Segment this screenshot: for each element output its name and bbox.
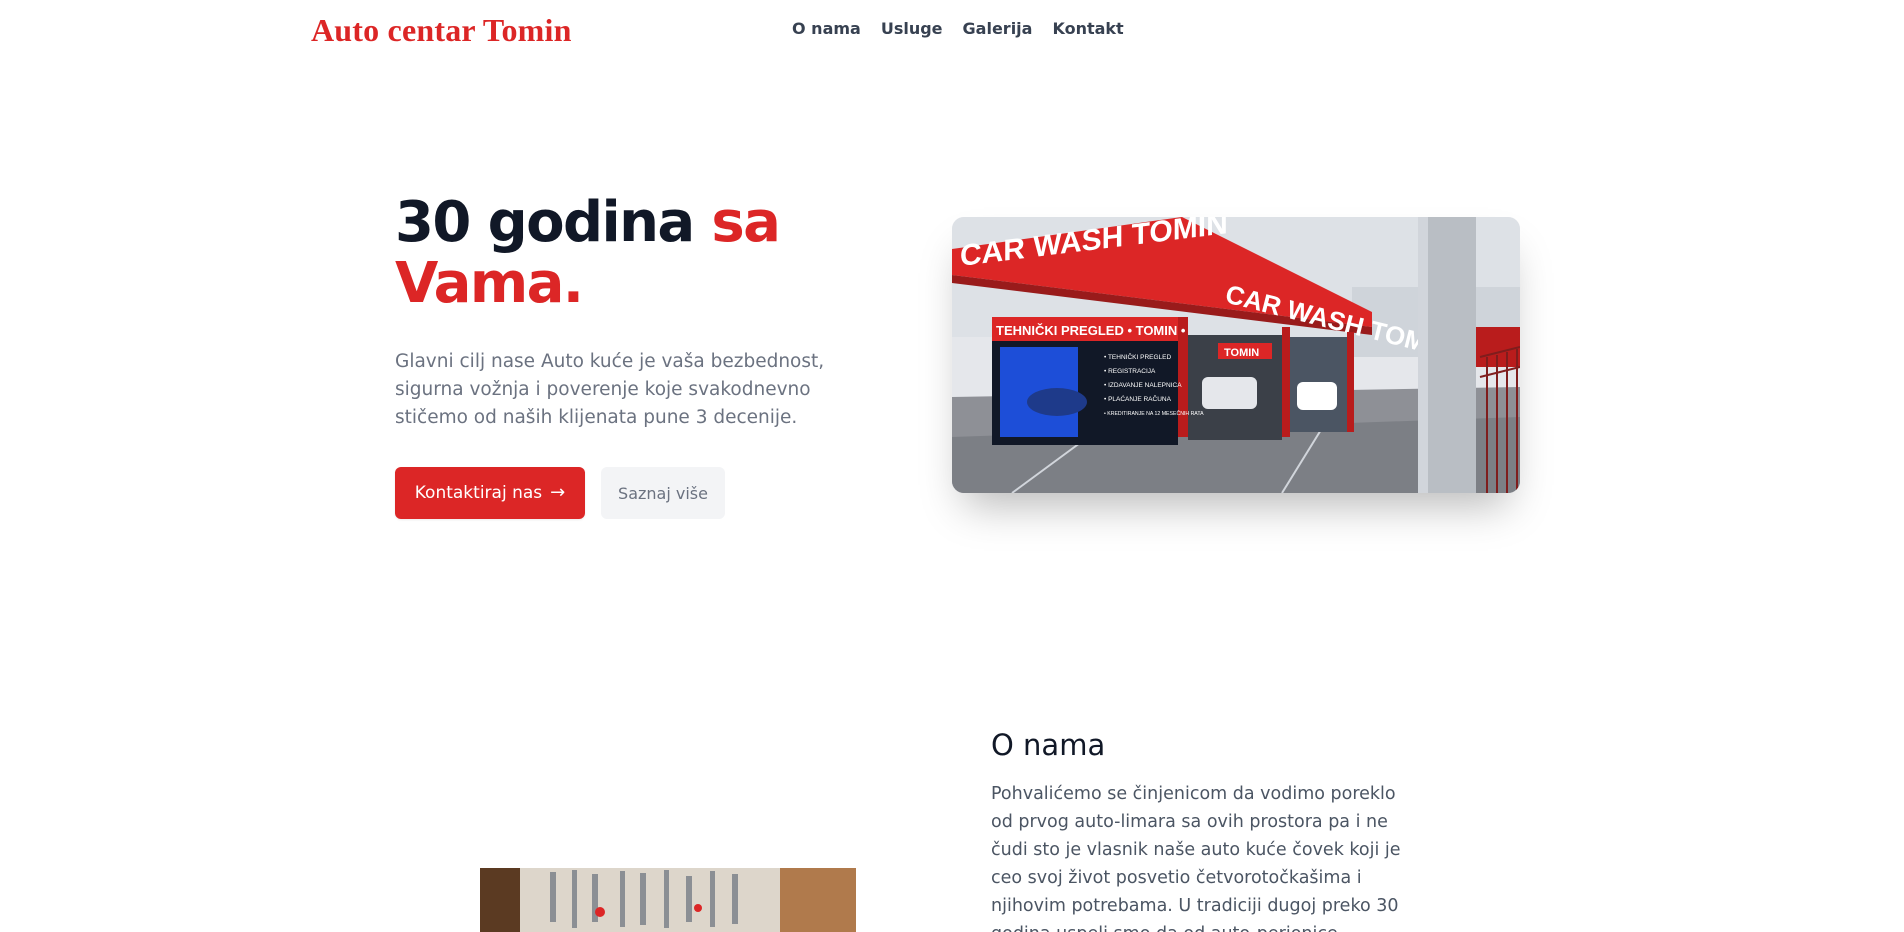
about-title: O nama [991,728,1106,762]
billboard-list-3: • IZDAVANJE NALEPNICA [1104,382,1182,389]
learn-more-button[interactable]: Saznaj više [601,467,725,519]
learn-more-button-label: Saznaj više [618,483,708,503]
hero-description: Glavni cilj nase Auto kuće je vaša bezbe… [395,351,825,428]
hero-title-accent: sa [711,190,781,255]
brand-logo[interactable]: Auto centar Tomin [311,12,572,49]
billboard-banner: TEHNIČKI PREGLED • TOMIN • [996,323,1186,338]
billboard-list-2: • REGISTRACIJA [1104,368,1156,375]
hero-title-accent-2: Vama. [395,251,584,316]
nav-link-galerija[interactable]: Galerija [963,19,1033,38]
hero-title-dark: 30 godina [395,190,712,255]
bay-sign: TOMIN [1224,347,1259,359]
arrow-right-icon: → [550,482,566,503]
workshop-tools-photo [480,868,856,932]
contact-button-label: Kontaktiraj nas [414,483,543,503]
contact-button[interactable]: Kontaktiraj nas → [395,467,585,519]
hero-title: 30 godina sa Vama. [395,192,835,314]
about-text: Pohvalićemo se činjenicom da vodimo pore… [991,784,1401,932]
nav-link-kontakt[interactable]: Kontakt [1052,19,1123,38]
billboard-list-4: • PLAĆANJE RAČUNA [1104,394,1172,403]
main-nav: O nama Usluge Galerija Kontakt [792,19,1124,38]
nav-link-o-nama[interactable]: O nama [792,19,861,38]
nav-link-usluge[interactable]: Usluge [881,19,943,38]
car-wash-photo: CAR WASH TOMIN CAR WASH TOMIN TOMIN TEHN… [952,217,1520,493]
billboard-list-1: • TEHNIČKI PREGLED [1104,352,1171,361]
billboard-list-5: • KREDITIRANJE NA 12 MESEČNIH RATA [1104,410,1204,417]
